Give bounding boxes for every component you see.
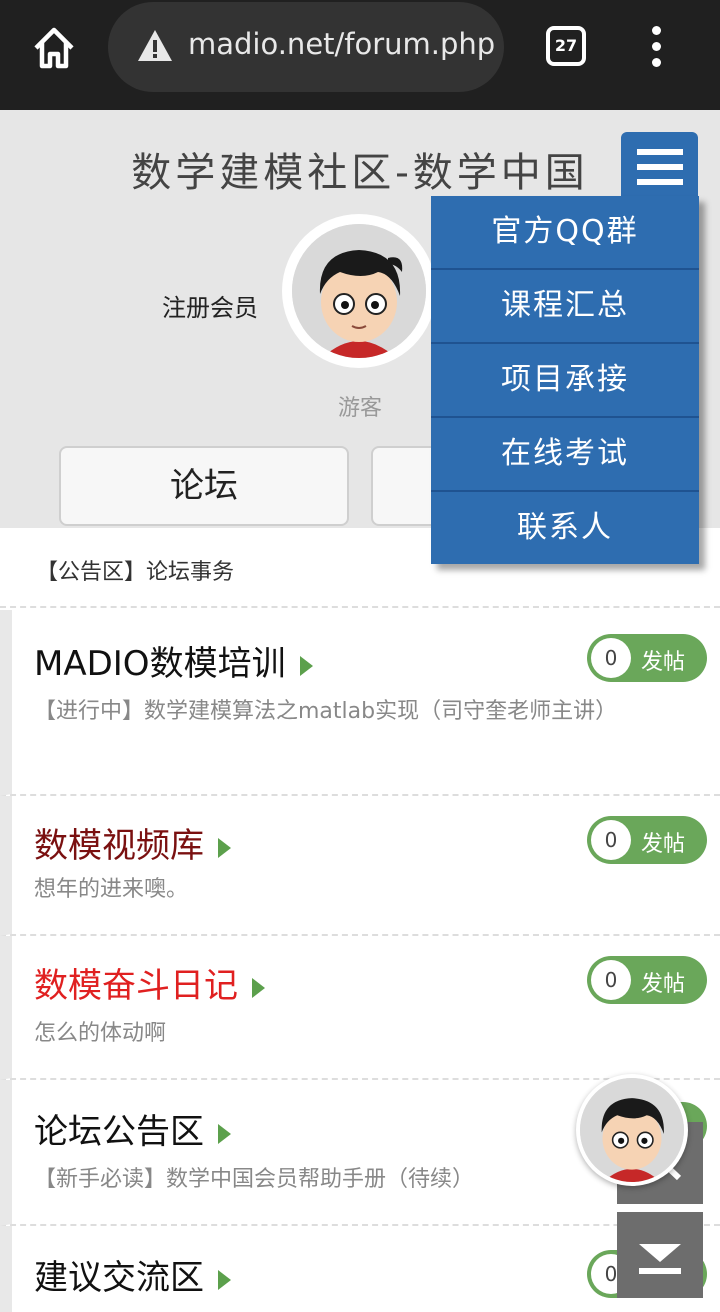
forum-title-text: 论坛公告区	[34, 1112, 204, 1152]
menu-item-qq-group[interactable]: 官方QQ群	[431, 196, 699, 270]
tab-switcher-button[interactable]: 27	[546, 26, 586, 66]
post-label: 发帖	[641, 832, 686, 857]
home-icon[interactable]	[30, 24, 78, 72]
arrow-icon	[218, 837, 231, 858]
forum-item-struggle-diary[interactable]: 数模奋斗日记 0 发帖 怎么的体动啊	[0, 936, 720, 1080]
floating-avatar[interactable]	[576, 1074, 688, 1186]
dropdown-menu: 官方QQ群 课程汇总 项目承接 在线考试 联系人	[431, 196, 699, 564]
more-options-icon[interactable]	[648, 26, 664, 68]
site-title: 数学建模社区-数学中国	[131, 150, 589, 196]
forum-title-text: 建议交流区	[34, 1258, 204, 1298]
browser-toolbar: madio.net/forum.php 27	[0, 0, 720, 110]
forum-title[interactable]: MADIO数模培训	[34, 636, 313, 685]
arrow-icon	[218, 1123, 231, 1144]
forum-title[interactable]: 数模奋斗日记	[34, 958, 265, 1007]
forum-title-text: 数模视频库	[34, 826, 204, 866]
hamburger-menu-button[interactable]	[621, 132, 698, 202]
menu-item-online-exam[interactable]: 在线考试	[431, 418, 699, 492]
post-button[interactable]: 0 发帖	[587, 634, 707, 682]
post-count: 0	[591, 638, 631, 678]
forum-title-text: MADIO数模培训	[34, 644, 286, 684]
post-button[interactable]: 0 发帖	[587, 816, 707, 864]
forum-title-text: 数模奋斗日记	[34, 966, 238, 1006]
user-avatar[interactable]	[282, 214, 436, 368]
warning-icon	[136, 28, 174, 64]
forum-description[interactable]: 怎么的体动啊	[34, 1014, 694, 1054]
avatar-icon	[292, 224, 426, 358]
menu-item-contacts[interactable]: 联系人	[431, 492, 699, 566]
forum-title[interactable]: 论坛公告区	[34, 1104, 231, 1153]
forum-description[interactable]: 想年的进来噢。	[34, 870, 694, 910]
tab-forum[interactable]: 论坛	[59, 446, 349, 526]
post-count: 0	[591, 820, 631, 860]
forum-title[interactable]: 建议交流区	[34, 1250, 231, 1299]
address-bar[interactable]: madio.net/forum.php	[108, 2, 504, 92]
post-button[interactable]: 0 发帖	[587, 956, 707, 1004]
chevron-down-icon	[639, 1244, 681, 1274]
forum-item-madio-training[interactable]: MADIO数模培训 0 发帖 【进行中】数学建模算法之matlab实现（司守奎老…	[0, 610, 720, 796]
forum-description[interactable]: 【进行中】数学建模算法之matlab实现（司守奎老师主讲）	[34, 692, 694, 732]
avatar-icon	[580, 1078, 684, 1182]
url-text[interactable]: madio.net/forum.php	[188, 27, 498, 61]
menu-item-courses[interactable]: 课程汇总	[431, 270, 699, 344]
forum-item-suggestions[interactable]: 建议交流区 0 发帖	[0, 1226, 720, 1312]
post-count: 0	[591, 960, 631, 1000]
menu-item-projects[interactable]: 项目承接	[431, 344, 699, 418]
announcement-text: 【公告区】论坛事务	[36, 560, 235, 585]
arrow-icon	[252, 977, 265, 998]
forum-title[interactable]: 数模视频库	[34, 818, 231, 867]
post-label: 发帖	[641, 972, 686, 997]
register-link[interactable]: 注册会员	[162, 288, 258, 323]
scroll-bottom-button[interactable]	[617, 1212, 703, 1298]
forum-item-video-library[interactable]: 数模视频库 0 发帖 想年的进来噢。	[0, 796, 720, 936]
arrow-icon	[299, 655, 313, 676]
arrow-icon	[218, 1269, 231, 1290]
post-label: 发帖	[641, 650, 686, 675]
